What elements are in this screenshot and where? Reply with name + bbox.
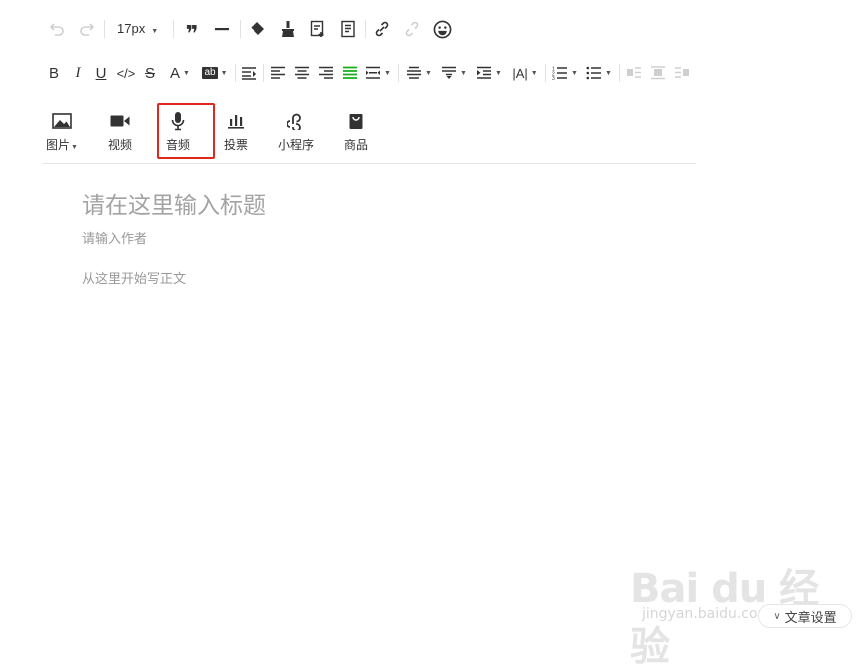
vote-chart-icon [227, 113, 245, 134]
emoji-icon[interactable] [431, 18, 453, 40]
caret-down-icon: ▼ [605, 69, 612, 77]
italic-icon[interactable]: I [70, 64, 86, 82]
insert-miniprogram-label: 小程序 [277, 138, 314, 152]
align-left-icon[interactable] [269, 64, 287, 82]
background-color-icon[interactable]: ab ▼ [199, 64, 231, 82]
blockquote-icon[interactable]: ❞ [182, 20, 202, 44]
undo-icon[interactable] [48, 20, 66, 38]
video-icon [110, 114, 130, 133]
insert-template-icon[interactable] [308, 19, 328, 39]
audio-highlight-box [157, 103, 215, 159]
align-center-icon[interactable] [293, 64, 311, 82]
article-settings-label: 文章设置 [784, 609, 837, 625]
toolbar-separator [235, 64, 236, 82]
body-editor[interactable]: 从这里开始写正文 [82, 268, 186, 287]
font-color-icon[interactable]: A ▼ [166, 64, 194, 82]
toolbar-separator [104, 20, 105, 38]
redo-icon[interactable] [78, 20, 96, 38]
paragraph-spacing-icon[interactable]: ▼ [440, 64, 468, 82]
svg-text:3: 3 [552, 76, 555, 80]
align-right-icon[interactable] [317, 64, 335, 82]
toolbar-separator [545, 64, 546, 82]
insert-video-label: 视频 [107, 138, 132, 152]
insert-video-button[interactable]: 视频 [90, 112, 150, 153]
caret-down-icon: ▼ [151, 28, 159, 35]
strikethrough-icon[interactable]: S [142, 64, 158, 82]
article-settings-button[interactable]: ∨ 文章设置 [758, 604, 852, 628]
eraser-icon[interactable] [247, 19, 267, 39]
author-input[interactable]: 请输入作者 [82, 228, 147, 247]
chevron-down-icon: ∨ [773, 610, 781, 622]
toolbar-divider [42, 163, 696, 164]
title-input[interactable]: 请在这里输入标题 [82, 186, 266, 220]
link-icon[interactable] [372, 19, 392, 39]
image-icon [52, 112, 72, 134]
unlink-icon[interactable] [402, 19, 422, 39]
horizontal-rule-icon[interactable] [212, 20, 232, 38]
font-size-value: 17px [117, 21, 146, 36]
toolbar-separator [173, 20, 174, 38]
caret-down-icon: ▼ [530, 69, 538, 77]
font-size-select[interactable]: 17px ▼ [117, 21, 158, 36]
insert-product-label: 商品 [343, 138, 368, 152]
insert-product-button[interactable]: 商品 [326, 112, 386, 153]
toolbar-separator [398, 64, 399, 82]
caret-down-icon: ▼ [384, 69, 391, 77]
float-center-icon[interactable] [649, 64, 667, 82]
line-height-icon[interactable]: ▼ [405, 64, 433, 82]
watermark-url: jingyan.baidu.com [642, 606, 772, 622]
insert-vote-label: 投票 [223, 138, 248, 152]
background-color-swatch: ab [202, 67, 218, 79]
unordered-list-icon[interactable]: ▼ [585, 64, 613, 82]
underline-icon[interactable]: U [93, 64, 109, 82]
justify-both-icon[interactable]: ▼ [365, 64, 391, 82]
align-justify-icon[interactable] [341, 64, 359, 82]
caret-down-icon: ▼ [571, 69, 578, 77]
float-left-icon[interactable] [625, 64, 643, 82]
shopping-bag-icon [348, 112, 364, 135]
toolbar-separator [365, 20, 366, 38]
insert-vote-button[interactable]: 投票 [206, 112, 266, 153]
caret-down-icon: ▼ [425, 69, 432, 77]
letter-spacing-icon[interactable]: |A| ▼ [509, 64, 541, 82]
insert-miniprogram-button[interactable]: 小程序 [266, 112, 326, 153]
insert-image-button[interactable]: 图片▼ [32, 112, 92, 153]
bold-icon[interactable]: B [46, 64, 62, 82]
insert-image-label: 图片 [46, 138, 71, 152]
ordered-list-icon[interactable]: 1 2 3 ▼ [551, 64, 579, 82]
caret-down-icon: ▼ [220, 69, 228, 77]
toolbar-separator [619, 64, 620, 82]
format-painter-icon[interactable] [278, 19, 298, 39]
caret-down-icon: ▼ [460, 69, 467, 77]
float-right-icon[interactable] [673, 64, 691, 82]
caret-down-icon: ▼ [183, 69, 190, 77]
document-icon[interactable] [338, 19, 358, 39]
caret-down-icon: ▼ [495, 69, 502, 77]
miniprogram-icon [286, 112, 305, 135]
caret-down-icon: ▼ [71, 144, 78, 151]
toolbar-separator [263, 64, 264, 82]
toolbar-separator [240, 20, 241, 38]
text-indent-icon[interactable]: ▼ [475, 64, 503, 82]
code-icon[interactable]: </> [116, 64, 136, 82]
indent-icon[interactable] [240, 64, 258, 82]
